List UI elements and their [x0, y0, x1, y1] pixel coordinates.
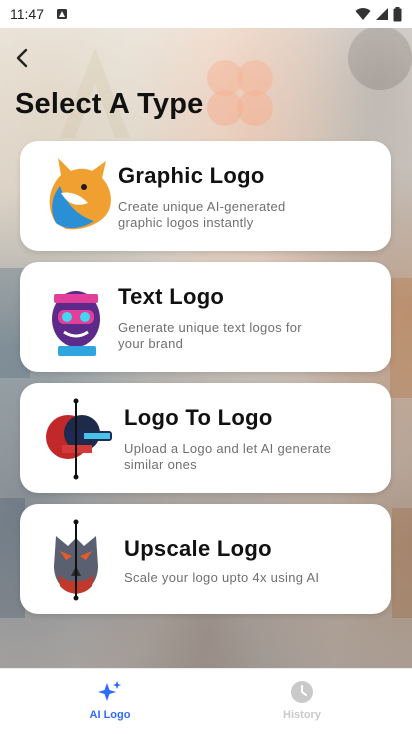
card-title: Upscale Logo — [124, 536, 272, 561]
card-title: Text Logo — [118, 284, 225, 309]
notification-icon — [57, 9, 67, 19]
status-bar: 11:47 — [0, 0, 412, 28]
text-logo-card[interactable]: Text Logo Generate unique text logos for… — [20, 262, 391, 372]
upscale-logo-thumbnail — [54, 519, 98, 601]
logo-to-logo-thumbnail — [46, 398, 112, 480]
card-title: Graphic Logo — [118, 163, 265, 188]
logo-to-logo-card[interactable]: Logo To Logo Upload a Logo and let AI ge… — [20, 383, 391, 493]
card-description: Generate unique text logos for your bran… — [118, 320, 302, 351]
status-icons — [355, 6, 402, 22]
back-arrow-icon — [16, 48, 28, 68]
graphic-logo-thumbnail — [49, 158, 111, 230]
wifi-icon — [355, 8, 371, 20]
status-time: 11:47 — [10, 6, 44, 22]
card-title: Logo To Logo — [124, 405, 273, 430]
signal-icon — [376, 8, 388, 20]
card-description: Upload a Logo and let AI generate simila… — [124, 441, 332, 472]
sparkle-icon — [98, 681, 121, 701]
back-button[interactable] — [6, 42, 38, 74]
nav-label: History — [283, 709, 321, 721]
graphic-logo-card[interactable]: Graphic Logo Create unique AI-generated … — [20, 141, 391, 251]
page-title: Select A Type — [15, 88, 204, 120]
nav-label: AI Logo — [89, 709, 131, 721]
nav-ai-logo[interactable]: AI Logo — [55, 679, 165, 731]
card-description: Scale your logo upto 4x using AI — [124, 570, 320, 585]
bottom-nav: AI Logo History — [0, 668, 412, 734]
nav-history[interactable]: History — [247, 679, 357, 731]
clock-icon — [291, 681, 313, 703]
text-logo-thumbnail — [52, 291, 100, 356]
upscale-logo-card[interactable]: Upscale Logo Scale your logo upto 4x usi… — [20, 504, 391, 614]
card-description: Create unique AI-generated graphic logos… — [118, 199, 286, 230]
battery-icon — [393, 6, 402, 21]
